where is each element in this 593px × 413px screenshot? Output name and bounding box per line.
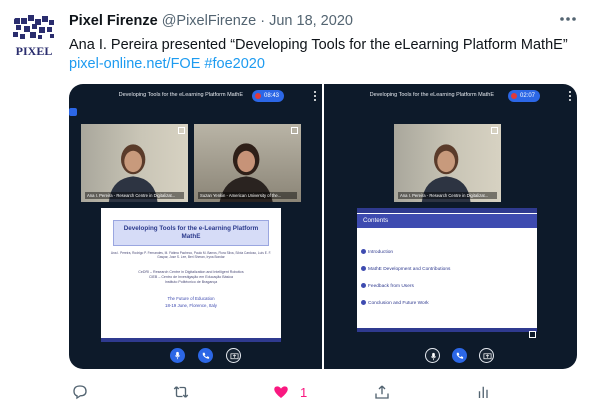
expand-icon bbox=[272, 331, 279, 338]
author-handle[interactable]: @PixelFirenze bbox=[162, 13, 257, 29]
presentation-slide: Contents Introduction MathE Development … bbox=[357, 208, 537, 332]
screen-share-icon bbox=[483, 353, 492, 360]
analytics-button[interactable] bbox=[475, 380, 493, 404]
participant-video: Ana I. Pereira - Research Centre in Digi… bbox=[394, 124, 501, 202]
bullet-icon bbox=[361, 266, 366, 271]
reply-button[interactable] bbox=[71, 380, 89, 404]
tweet-media[interactable]: Developing Tools for the eLearning Platf… bbox=[69, 84, 577, 369]
mic-button[interactable] bbox=[425, 348, 440, 363]
retweet-icon bbox=[173, 386, 189, 398]
slide-event: The Future of Education bbox=[167, 296, 215, 301]
expand-icon bbox=[491, 127, 498, 134]
video-caption: Suzan Yenkin - American University of th… bbox=[198, 192, 297, 199]
expand-icon bbox=[178, 127, 185, 134]
participant-video: Suzan Yenkin - American University of th… bbox=[194, 124, 301, 202]
screen-share-button[interactable] bbox=[479, 348, 494, 363]
heart-icon bbox=[274, 386, 288, 398]
like-count: 1 bbox=[300, 384, 308, 400]
session-timer: 02:07 bbox=[508, 90, 541, 102]
slide-affiliation: Instituto Politécnico de Bragança bbox=[164, 280, 218, 284]
bullet-icon bbox=[361, 300, 366, 305]
tweet-actions: 1 bbox=[69, 380, 549, 404]
participant-video: Ana I. Pereira - Research Centre in Digi… bbox=[81, 124, 188, 202]
slide-footer bbox=[357, 328, 537, 332]
video-caption: Ana I. Pereira - Research Centre in Digi… bbox=[398, 192, 497, 199]
contents-item: Feedback from Users bbox=[361, 283, 414, 289]
expand-icon bbox=[529, 331, 536, 338]
contents-item: Conclusion and Future Work bbox=[361, 300, 429, 306]
tweet-body: Ana I. Pereira presented “Developing Too… bbox=[69, 37, 568, 53]
tweet-header: Pixel Firenze @PixelFirenze · Jun 18, 20… bbox=[69, 13, 583, 33]
slide-authors: Ana I. Pereira, Rodrigo P. Fernandes, M.… bbox=[110, 251, 272, 259]
session-timer: 08:43 bbox=[252, 90, 285, 102]
screen-share-icon bbox=[230, 353, 239, 360]
slide-title: Developing Tools for the e-Learning Plat… bbox=[113, 220, 269, 246]
media-image-right[interactable]: Developing Tools for the eLearning Platf… bbox=[324, 84, 577, 369]
mic-icon bbox=[174, 351, 181, 360]
analytics-icon bbox=[478, 386, 488, 398]
side-indicator bbox=[69, 108, 77, 116]
phone-icon bbox=[456, 352, 464, 359]
presentation-slide: Developing Tools for the e-Learning Plat… bbox=[101, 208, 281, 342]
author-name[interactable]: Pixel Firenze bbox=[69, 13, 158, 29]
tweet-text: Ana I. Pereira presented “Developing Too… bbox=[69, 36, 579, 74]
bullet-icon bbox=[361, 249, 366, 254]
menu-icon bbox=[568, 89, 572, 101]
pixel-logo: PIXEL bbox=[13, 15, 54, 58]
reply-icon bbox=[73, 385, 87, 400]
session-title: Developing Tools for the eLearning Platf… bbox=[118, 92, 243, 98]
video-caption: Ana I. Pereira - Research Centre in Digi… bbox=[85, 192, 184, 199]
phone-button[interactable] bbox=[452, 348, 467, 363]
media-image-left[interactable]: Developing Tools for the eLearning Platf… bbox=[69, 84, 322, 369]
bullet-icon bbox=[361, 283, 366, 288]
menu-icon bbox=[313, 89, 317, 101]
slide-event-details: 18-19 June, Florence, Italy bbox=[165, 303, 217, 308]
logo-text: PIXEL bbox=[16, 44, 53, 58]
session-title: Developing Tools for the eLearning Platf… bbox=[369, 92, 494, 98]
contents-item: MathE Development and Contributions bbox=[361, 266, 450, 272]
tweet-link[interactable]: pixel-online.net/FOE bbox=[69, 56, 200, 72]
phone-button[interactable] bbox=[198, 348, 213, 363]
avatar[interactable]: PIXEL bbox=[8, 10, 60, 62]
slide-footer bbox=[101, 338, 281, 342]
share-button[interactable] bbox=[373, 380, 391, 404]
share-icon bbox=[375, 385, 389, 399]
separator-dot: · bbox=[260, 13, 266, 29]
tweet-hashtag[interactable]: #foe2020 bbox=[204, 56, 264, 72]
retweet-button[interactable] bbox=[172, 380, 190, 404]
phone-icon bbox=[202, 352, 210, 359]
like-button[interactable]: 1 bbox=[272, 380, 307, 404]
contents-item: Introduction bbox=[361, 249, 393, 255]
slide-heading: Contents bbox=[357, 214, 537, 228]
mic-icon bbox=[430, 352, 437, 361]
tweet-date[interactable]: Jun 18, 2020 bbox=[269, 13, 353, 29]
slide-top-bar bbox=[357, 208, 537, 213]
screen-share-button[interactable] bbox=[226, 348, 241, 363]
more-icon[interactable] bbox=[557, 12, 579, 26]
expand-icon bbox=[291, 127, 298, 134]
mic-button[interactable] bbox=[170, 348, 185, 363]
